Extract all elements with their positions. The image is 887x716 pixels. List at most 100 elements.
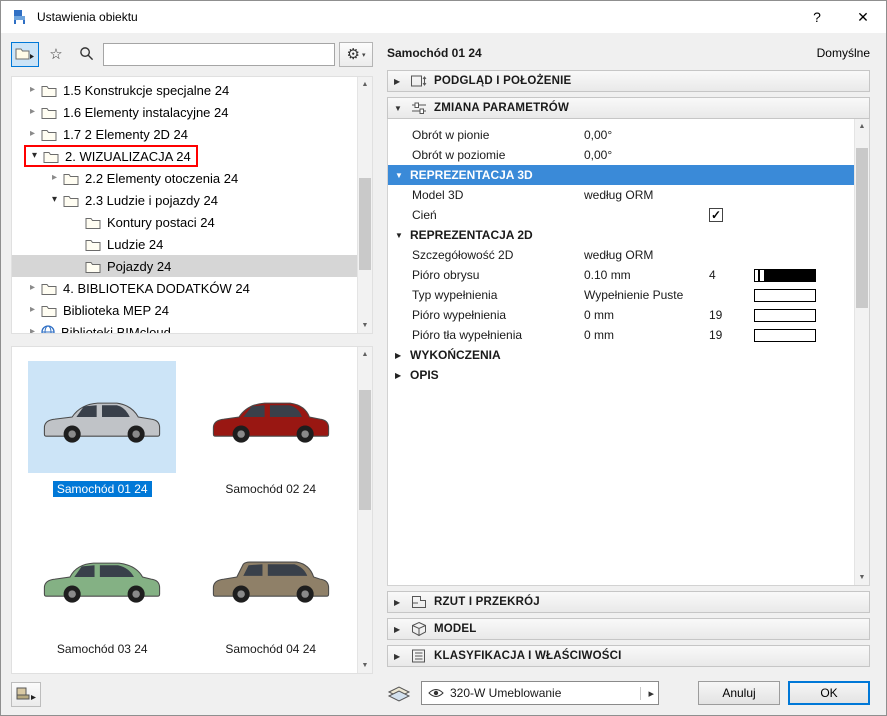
param-group-opis[interactable]: OPIS xyxy=(388,365,854,385)
fill-type-swatch[interactable] xyxy=(754,288,816,302)
triangle-right-icon[interactable] xyxy=(394,598,408,607)
param-value[interactable]: 0,00° xyxy=(584,148,709,162)
thumbnail-samochod-04[interactable]: Samochód 04 24 xyxy=(187,513,356,673)
triangle-right-icon[interactable] xyxy=(395,351,410,360)
param-value[interactable]: Wypełnienie Puste xyxy=(584,288,709,302)
tree-item-ludzie[interactable]: Ludzie 24 xyxy=(12,233,357,255)
tree-item-elementy-otoczenia[interactable]: 2.2 Elementy otoczenia 24 xyxy=(12,167,357,189)
search-button[interactable] xyxy=(73,42,99,67)
scroll-up-button[interactable] xyxy=(358,347,372,362)
pen-number[interactable]: 19 xyxy=(709,308,754,322)
param-row-obrot-w-pionie[interactable]: Obrót w pionie 0,00° xyxy=(388,125,854,145)
param-label: Pióro tła wypełnienia xyxy=(412,328,523,342)
tree-item-biblioteki-bimcloud[interactable]: Biblioteki BIMcloud xyxy=(12,321,357,333)
param-value[interactable]: według ORM xyxy=(584,248,709,262)
load-other-object-button[interactable] xyxy=(11,682,41,707)
scroll-thumb[interactable] xyxy=(359,178,371,270)
triangle-down-icon[interactable] xyxy=(395,231,410,240)
chevron-right-icon[interactable] xyxy=(24,327,41,333)
parameters-scrollbar[interactable] xyxy=(854,119,869,585)
triangle-right-icon[interactable] xyxy=(394,625,408,634)
param-group-reprezentacja-3d[interactable]: REPREZENTACJA 3D xyxy=(388,165,854,185)
favorites-button[interactable]: ☆ xyxy=(43,42,69,67)
tree-item-ludzie-i-pojazdy[interactable]: 2.3 Ludzie i pojazdy 24 xyxy=(12,189,357,211)
scroll-thumb[interactable] xyxy=(856,148,868,308)
section-classification[interactable]: KLASYFIKACJA I WŁAŚCIWOŚCI xyxy=(387,645,870,667)
tree-scrollbar[interactable] xyxy=(357,77,372,333)
param-group-reprezentacja-2d[interactable]: REPREZENTACJA 2D xyxy=(388,225,854,245)
chevron-down-icon: ▾ xyxy=(361,51,366,59)
section-model[interactable]: MODEL xyxy=(387,618,870,640)
chevron-right-icon[interactable] xyxy=(24,129,41,139)
flyout-arrow-icon[interactable] xyxy=(640,686,654,700)
tree-item-biblioteka-dodatkow[interactable]: 4. BIBLIOTEKA DODATKÓW 24 xyxy=(12,277,357,299)
param-row-model-3d[interactable]: Model 3D według ORM xyxy=(388,185,854,205)
triangle-down-icon[interactable] xyxy=(395,171,410,180)
thumbnail-scrollbar[interactable] xyxy=(357,347,372,673)
param-value[interactable]: 0.10 mm xyxy=(584,268,709,282)
section-plan-section[interactable]: RZUT I PRZEKRÓJ xyxy=(387,591,870,613)
pen-number[interactable]: 19 xyxy=(709,328,754,342)
param-value[interactable]: 0 mm xyxy=(584,308,709,322)
triangle-down-icon[interactable] xyxy=(394,104,408,113)
section-preview-position[interactable]: PODGLĄD I POŁOŻENIE xyxy=(387,70,870,92)
help-button[interactable]: ? xyxy=(794,1,840,33)
tree-item-biblioteka-mep[interactable]: Biblioteka MEP 24 xyxy=(12,299,357,321)
param-row-typ-wypelnienia[interactable]: Typ wypełnienia Wypełnienie Puste xyxy=(388,285,854,305)
thumbnail-samochod-02[interactable]: Samochód 02 24 xyxy=(187,353,356,513)
param-value[interactable]: 0 mm xyxy=(584,328,709,342)
scroll-down-button[interactable] xyxy=(855,570,869,585)
tree-item-wizualizacja[interactable]: 2. WIZUALIZACJA 24 xyxy=(12,145,357,167)
param-value[interactable]: według ORM xyxy=(584,188,709,202)
chevron-down-icon[interactable] xyxy=(26,151,43,161)
settings-menu-button[interactable]: ⚙ ▾ xyxy=(339,42,373,67)
thumbnail-samochod-03[interactable]: Samochód 03 24 xyxy=(18,513,187,673)
scroll-up-button[interactable] xyxy=(855,119,869,134)
param-row-pioro-wypelnienia[interactable]: Pióro wypełnienia 0 mm 19 xyxy=(388,305,854,325)
scroll-track[interactable] xyxy=(358,362,372,658)
triangle-right-icon[interactable] xyxy=(395,371,410,380)
pen-color-swatch[interactable] xyxy=(754,268,816,282)
scroll-up-button[interactable] xyxy=(358,77,372,92)
param-row-pioro-obrysu[interactable]: Pióro obrysu 0.10 mm 4 xyxy=(388,265,854,285)
close-button[interactable]: ✕ xyxy=(840,1,886,33)
scroll-track[interactable] xyxy=(358,92,372,318)
scroll-down-button[interactable] xyxy=(358,318,372,333)
ok-button[interactable]: OK xyxy=(788,681,870,705)
folder-view-button[interactable] xyxy=(11,42,39,67)
param-row-szczegolowosc-2d[interactable]: Szczegółowość 2D według ORM xyxy=(388,245,854,265)
param-row-pioro-tla-wypelnienia[interactable]: Pióro tła wypełnienia 0 mm 19 xyxy=(388,325,854,345)
param-row-obrot-w-poziomie[interactable]: Obrót w poziomie 0,00° xyxy=(388,145,854,165)
layer-dropdown[interactable]: 320-W Umeblowanie xyxy=(421,681,659,705)
tree-item-pojazdy[interactable]: Pojazdy 24 xyxy=(12,255,357,277)
tree-item-elementy-instalacyjne[interactable]: 1.6 Elementy instalacyjne 24 xyxy=(12,101,357,123)
tree-item-kontury-postaci[interactable]: Kontury postaci 24 xyxy=(12,211,357,233)
scroll-track[interactable] xyxy=(855,134,869,570)
pen-color-swatch[interactable] xyxy=(754,308,816,322)
thumbnail-samochod-01[interactable]: Samochód 01 24 xyxy=(18,353,187,513)
triangle-right-icon[interactable] xyxy=(394,77,408,86)
chevron-right-icon[interactable] xyxy=(24,283,41,293)
default-label[interactable]: Domyślne xyxy=(817,46,870,60)
cien-checkbox[interactable] xyxy=(709,208,723,222)
param-value[interactable]: 0,00° xyxy=(584,128,709,142)
triangle-right-icon[interactable] xyxy=(394,652,408,661)
chevron-right-icon[interactable] xyxy=(24,85,41,95)
library-tree-rows: 1.5 Konstrukcje specjalne 24 1.6 Element… xyxy=(12,77,357,333)
chevron-right-icon[interactable] xyxy=(46,173,63,183)
pen-number[interactable]: 4 xyxy=(709,268,754,282)
title-bar[interactable]: Ustawienia obiektu ? ✕ xyxy=(1,1,886,33)
cancel-button[interactable]: Anuluj xyxy=(698,681,780,705)
scroll-thumb[interactable] xyxy=(359,390,371,510)
param-row-cien[interactable]: Cień xyxy=(388,205,854,225)
chevron-right-icon[interactable] xyxy=(24,305,41,315)
scroll-down-button[interactable] xyxy=(358,658,372,673)
tree-item-elementy-2d[interactable]: 1.7 2 Elementy 2D 24 xyxy=(12,123,357,145)
chevron-down-icon[interactable] xyxy=(46,195,63,205)
pen-color-swatch[interactable] xyxy=(754,328,816,342)
param-group-wykonczenia[interactable]: WYKOŃCZENIA xyxy=(388,345,854,365)
section-parameters[interactable]: ZMIANA PARAMETRÓW xyxy=(387,97,870,119)
chevron-right-icon[interactable] xyxy=(24,107,41,117)
tree-item-konstrukcje-specjalne[interactable]: 1.5 Konstrukcje specjalne 24 xyxy=(12,79,357,101)
search-input[interactable] xyxy=(103,43,335,66)
